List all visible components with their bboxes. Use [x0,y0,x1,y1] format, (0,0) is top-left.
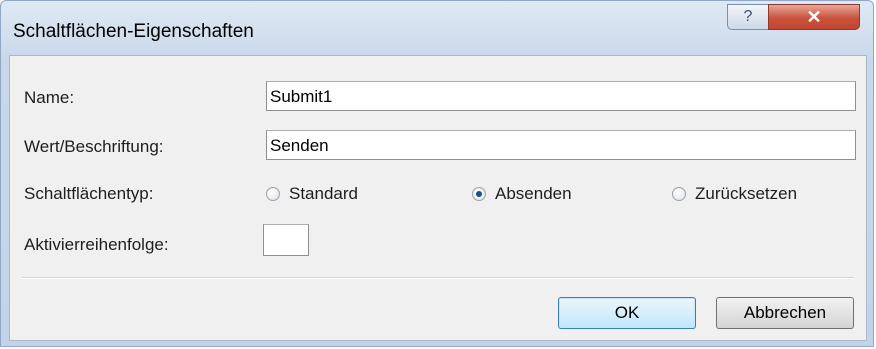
close-button[interactable]: ✕ [768,4,860,30]
tab-order-field[interactable] [263,224,309,256]
radio-zuruecksetzen-circle[interactable] [672,187,686,201]
caption-label: Wert/Beschriftung: [24,137,164,156]
ok-button[interactable]: OK [558,297,696,329]
title-bar[interactable]: Schaltflächen-Eigenschaften ? ✕ [1,1,873,55]
name-label: Name: [24,88,75,107]
radio-zuruecksetzen[interactable]: Zurücksetzen [672,184,797,204]
name-field[interactable]: Submit1 [266,81,856,111]
radio-absenden-circle[interactable] [472,187,486,201]
tab-order-label: Aktivierreihenfolge: [24,235,169,254]
radio-zuruecksetzen-label: Zurücksetzen [695,184,798,203]
radio-standard-circle[interactable] [266,187,280,201]
radio-absenden-label: Absenden [495,184,572,203]
dialog-window: Schaltflächen-Eigenschaften ? ✕ Name: Su… [0,0,874,347]
cancel-button[interactable]: Abbrechen [716,297,854,329]
dialog-body: Name: Submit1 Wert/Beschriftung: Senden … [9,55,867,341]
separator [22,277,854,279]
radio-standard[interactable]: Standard [266,184,358,204]
radio-standard-label: Standard [289,184,358,203]
button-type-label: Schaltflächentyp: [24,184,154,203]
help-button[interactable]: ? [727,4,769,30]
close-icon: ✕ [806,7,822,27]
dialog-title: Schaltflächen-Eigenschaften [13,21,254,42]
caption-field[interactable]: Senden [266,130,856,160]
radio-absenden[interactable]: Absenden [472,184,572,204]
question-mark-icon: ? [743,8,753,25]
